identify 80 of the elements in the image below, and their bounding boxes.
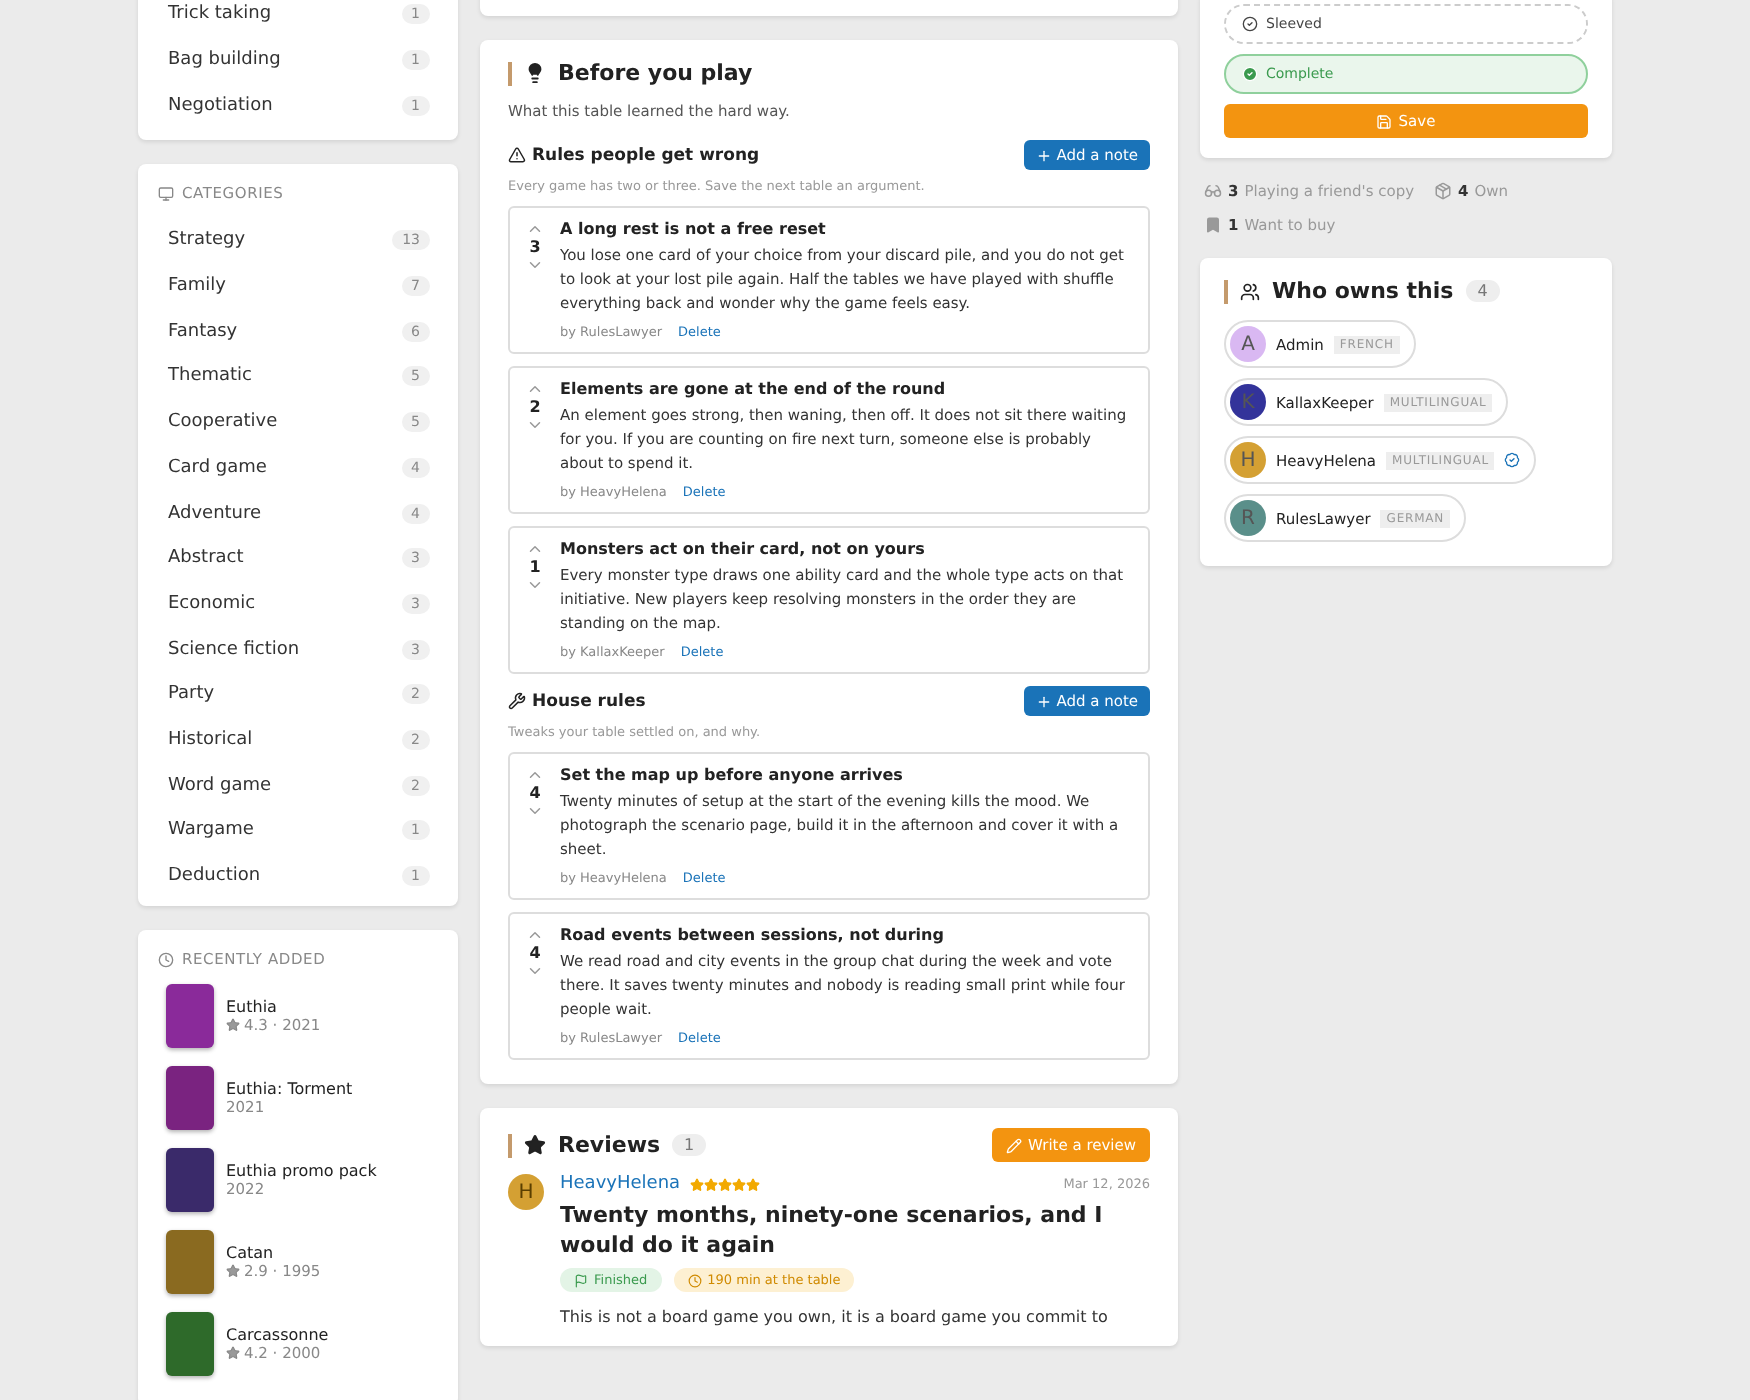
category-link[interactable]: Card game: [168, 457, 267, 478]
game-title[interactable]: Carcassonne: [226, 1326, 329, 1345]
category-link[interactable]: Economic: [168, 593, 256, 614]
glasses-icon: [1204, 182, 1222, 200]
category-link[interactable]: Family: [168, 276, 226, 297]
upvote-icon[interactable]: [526, 380, 544, 398]
flag-icon: [574, 1273, 588, 1287]
note-title: Set the map up before anyone arrives: [560, 766, 905, 784]
note-title: A long rest is not a free reset: [560, 220, 828, 238]
avatar: H: [1230, 442, 1266, 478]
check-circle-icon: [1242, 66, 1258, 82]
bookmark-icon: [1204, 216, 1222, 234]
downvote-icon[interactable]: [526, 802, 544, 820]
downvote-icon[interactable]: [526, 962, 544, 980]
save-icon: [1376, 113, 1393, 129]
count-badge: 1: [672, 1134, 707, 1156]
downvote-icon[interactable]: [526, 576, 544, 594]
star-icon: [524, 1134, 546, 1156]
game-title[interactable]: Euthia promo pack: [226, 1162, 377, 1181]
pencil-icon: [1006, 1137, 1023, 1153]
avatar: R: [1230, 500, 1266, 536]
vote-count: 1: [529, 558, 541, 576]
game-cover[interactable]: [166, 1066, 214, 1131]
plus-icon: [1036, 147, 1053, 163]
vote-count: 4: [529, 784, 541, 802]
note-title: Road events between sessions, not during: [560, 926, 946, 944]
game-cover[interactable]: [166, 984, 214, 1049]
category-link[interactable]: Cooperative: [168, 412, 278, 433]
category-link[interactable]: Party: [168, 684, 215, 705]
clock-icon: [158, 951, 174, 968]
warning-icon: [508, 146, 526, 164]
downvote-icon[interactable]: [526, 416, 544, 434]
game-title[interactable]: Catan: [226, 1244, 321, 1263]
clock-icon: [687, 1273, 702, 1287]
category-link[interactable]: Science fiction: [168, 639, 300, 660]
mechanic-link[interactable]: Negotiation: [168, 95, 273, 116]
game-title[interactable]: Euthia: [226, 998, 321, 1017]
mechanic-link[interactable]: Bag building: [168, 50, 281, 71]
lightbulb-icon: [524, 62, 546, 84]
category-link[interactable]: Thematic: [168, 366, 252, 387]
category-link[interactable]: Strategy: [168, 230, 246, 251]
mechanic-link[interactable]: Trick taking: [168, 4, 272, 25]
vote-count: 4: [529, 944, 541, 962]
game-cover[interactable]: [166, 1148, 214, 1213]
section-title: Reviews: [558, 1132, 661, 1158]
upvote-icon[interactable]: [526, 766, 544, 784]
note-title: Monsters act on their card, not on yours: [560, 540, 927, 558]
wrench-icon: [508, 692, 526, 710]
section-title: Who owns this: [1272, 278, 1454, 304]
avatar: A: [1230, 326, 1266, 362]
category-link[interactable]: Word game: [168, 775, 272, 796]
avatar: H: [508, 1174, 544, 1210]
vote-count: 3: [529, 238, 541, 256]
game-cover[interactable]: [166, 1312, 214, 1377]
upvote-icon[interactable]: [526, 220, 544, 238]
vote-count: 2: [529, 398, 541, 416]
subsection-title: Rules people get wrong: [532, 145, 760, 165]
upvote-icon[interactable]: [526, 540, 544, 558]
users-icon: [1240, 281, 1260, 301]
subsection-title: House rules: [532, 691, 646, 711]
upvote-icon[interactable]: [526, 926, 544, 944]
monitor-icon: [158, 185, 174, 202]
game-title[interactable]: Euthia: Torment: [226, 1080, 353, 1099]
downvote-icon[interactable]: [526, 256, 544, 274]
section-title: Before you play: [558, 60, 753, 86]
avatar: K: [1230, 384, 1266, 420]
note-title: Elements are gone at the end of the round: [560, 380, 948, 398]
count-badge: 4: [1465, 280, 1500, 302]
category-link[interactable]: Wargame: [168, 820, 254, 841]
review-author[interactable]: HeavyHelena: [560, 1174, 681, 1194]
review-title: Twenty months, ninety-one scenarios, and I would do it again: [560, 1200, 1105, 1260]
review-body: This is not a board game you own, it is a board game you commit to: [560, 1308, 1110, 1326]
category-link[interactable]: Adventure: [168, 503, 262, 524]
plus-icon: [1036, 693, 1053, 709]
check-circle-icon: [1242, 16, 1258, 32]
category-link[interactable]: Historical: [168, 729, 253, 750]
category-link[interactable]: Abstract: [168, 548, 244, 569]
box-icon: [1434, 182, 1453, 200]
category-link[interactable]: Fantasy: [168, 321, 238, 342]
category-link[interactable]: Deduction: [168, 866, 261, 887]
